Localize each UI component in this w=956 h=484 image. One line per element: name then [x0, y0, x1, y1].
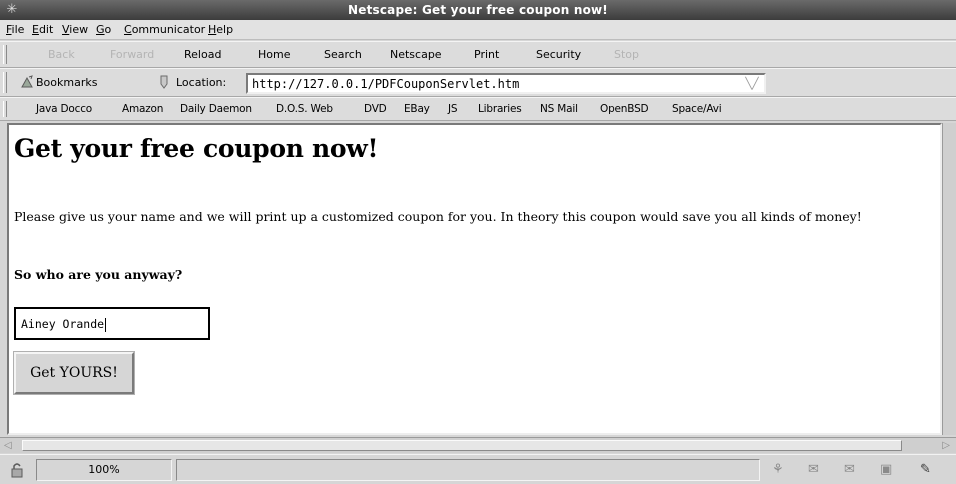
menu-edit[interactable]: Edit — [32, 23, 53, 36]
bookmark-link[interactable]: JS — [448, 103, 458, 115]
bookmark-link[interactable]: EBay — [404, 103, 430, 115]
menu-bar: File Edit View Go Communicator Help — [0, 20, 956, 40]
home-button[interactable]: Home — [258, 48, 290, 61]
bookmark-icon[interactable] — [20, 75, 34, 89]
edit-icon[interactable]: ✎ — [920, 462, 931, 477]
navigator-icon[interactable]: ⚘ — [772, 462, 784, 477]
search-button[interactable]: Search — [324, 48, 362, 61]
name-input-value: Ainey Orande — [21, 317, 105, 331]
bookmark-link[interactable]: Daily Daemon — [180, 103, 252, 115]
security-button[interactable]: Security — [536, 48, 581, 61]
component-bar: ⚘ ✉ ✉ ▣ ✎ — [764, 459, 954, 481]
zoom-level: 100% — [36, 459, 172, 481]
url-field[interactable]: http://127.0.0.1/PDFCouponServlet.htm — [246, 73, 766, 94]
get-yours-button[interactable]: Get YOURS! — [13, 351, 135, 395]
stop-button[interactable]: Stop — [614, 48, 639, 61]
back-button[interactable]: Back — [48, 48, 75, 61]
bookmarks-button[interactable]: Bookmarks — [36, 76, 97, 89]
browser-window: ✳ Netscape: Get your free coupon now! Fi… — [0, 0, 956, 484]
discussion-icon[interactable]: ✉ — [844, 462, 855, 477]
print-button[interactable]: Print — [474, 48, 499, 61]
navigation-toolbar: Back Forward Reload Home Search Netscape… — [0, 41, 956, 68]
toolbar-grip[interactable] — [3, 45, 7, 64]
text-caret — [105, 317, 107, 332]
security-lock-icon[interactable] — [10, 462, 24, 478]
netscape-button[interactable]: Netscape — [390, 48, 442, 61]
scrollbar-thumb[interactable] — [22, 440, 902, 451]
bookmark-link[interactable]: Java Docco — [36, 103, 92, 115]
bookmark-link[interactable]: NS Mail — [540, 103, 578, 115]
scroll-right-icon[interactable]: ▷ — [938, 440, 950, 451]
menu-help[interactable]: Help — [208, 23, 233, 36]
composer-icon[interactable]: ▣ — [880, 462, 892, 477]
menu-view[interactable]: View — [62, 23, 88, 36]
vertical-scrollbar[interactable] — [942, 123, 956, 435]
page-proxy-icon[interactable] — [158, 75, 170, 89]
status-message — [176, 459, 760, 481]
horizontal-scrollbar[interactable]: ◁ ▷ — [0, 437, 956, 453]
bookmark-link[interactable]: Space/Avi — [672, 103, 722, 115]
name-input[interactable]: Ainey Orande — [14, 307, 210, 340]
location-toolbar: Bookmarks Location: http://127.0.0.1/PDF… — [0, 68, 956, 97]
menu-go[interactable]: Go — [96, 23, 111, 36]
menu-file[interactable]: File — [6, 23, 24, 36]
url-dropdown-icon[interactable]: ╲╱ — [742, 75, 762, 92]
name-prompt: So who are you anyway? — [14, 267, 183, 282]
bookmark-link[interactable]: OpenBSD — [600, 103, 649, 115]
toolbar-grip[interactable] — [3, 101, 7, 117]
menu-communicator[interactable]: Communicator — [124, 23, 205, 36]
forward-button[interactable]: Forward — [110, 48, 154, 61]
title-bar: ✳ Netscape: Get your free coupon now! — [0, 0, 956, 20]
bookmark-link[interactable]: D.O.S. Web — [276, 103, 333, 115]
page-content: Get your free coupon now! Please give us… — [7, 123, 942, 435]
status-bar: 100% ⚘ ✉ ✉ ▣ ✎ — [0, 454, 956, 484]
mail-icon[interactable]: ✉ — [808, 462, 819, 477]
bookmark-link[interactable]: Libraries — [478, 103, 522, 115]
personal-toolbar: Java Docco Amazon Daily Daemon D.O.S. We… — [0, 97, 956, 121]
page-heading: Get your free coupon now! — [14, 134, 379, 163]
location-label: Location: — [176, 76, 227, 89]
toolbar-grip[interactable] — [3, 72, 7, 93]
intro-text: Please give us your name and we will pri… — [14, 209, 862, 224]
bookmark-link[interactable]: DVD — [364, 103, 387, 115]
window-title: Netscape: Get your free coupon now! — [348, 3, 608, 17]
bookmark-link[interactable]: Amazon — [122, 103, 163, 115]
scroll-left-icon[interactable]: ◁ — [4, 440, 16, 451]
reload-button[interactable]: Reload — [184, 48, 221, 61]
